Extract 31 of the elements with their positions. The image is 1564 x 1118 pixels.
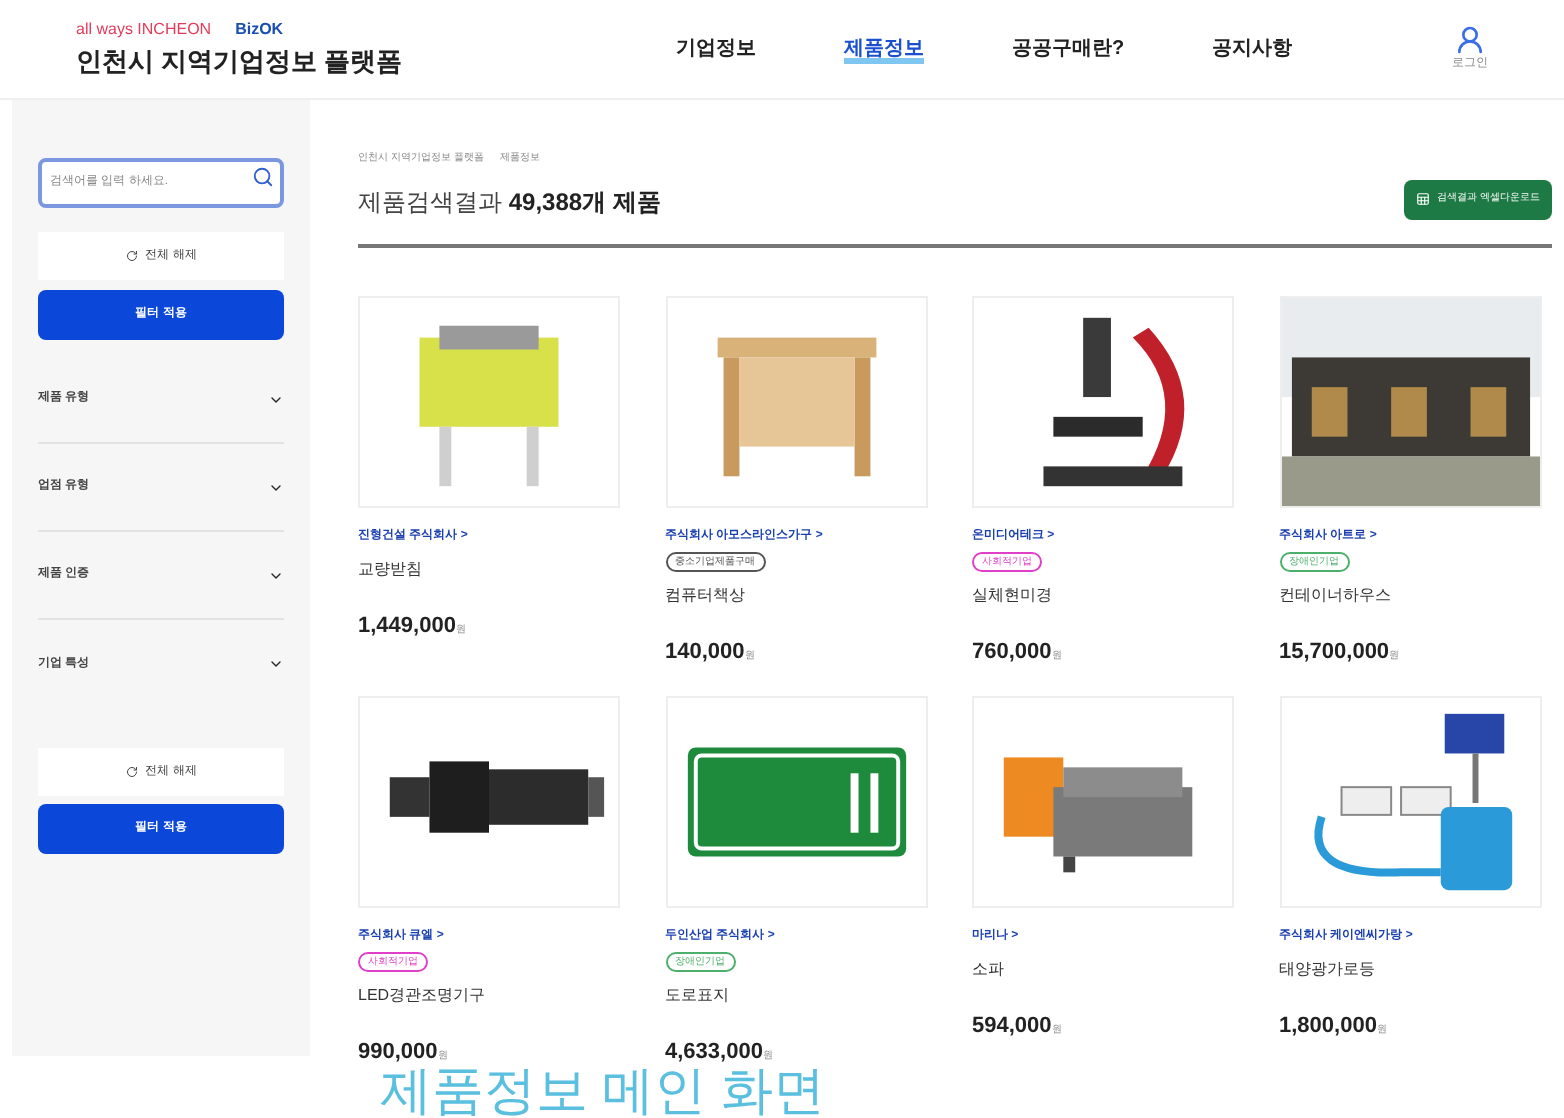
- caption: 제품정보 메인 화면: [380, 1062, 825, 1118]
- partner-logo: BizOK: [235, 17, 284, 42]
- product-name: 실체현미경: [972, 583, 1054, 607]
- nav-tab[interactable]: 기업정보: [676, 34, 756, 64]
- results-heading: 제품검색결과 49,388개 제품: [358, 185, 661, 219]
- product-name: 컴퓨터책상: [665, 583, 747, 607]
- product-price: 760,000: [972, 637, 1052, 667]
- product-price: 990,000: [358, 1037, 438, 1067]
- spreadsheet-icon: [1415, 192, 1430, 206]
- nav-tab[interactable]: 공공구매란?: [1012, 34, 1125, 64]
- product-price: 1,800,000: [1279, 1011, 1377, 1041]
- product-price: 15,700,000: [1279, 637, 1390, 667]
- reset-icon: [125, 250, 138, 262]
- nav-tab[interactable]: 공지사항: [1212, 34, 1293, 64]
- product-name: 태양광가로등: [1279, 957, 1377, 981]
- reset-icon: [125, 766, 138, 778]
- search-icon[interactable]: [252, 166, 274, 188]
- product-price: 1,449,000: [358, 611, 456, 641]
- chevron-icon: [268, 656, 284, 672]
- product-price: 594,000: [972, 1011, 1052, 1041]
- city-logo: all ways INCHEON: [76, 17, 212, 42]
- product-name: 도로표지: [665, 983, 731, 1007]
- user-icon[interactable]: [1454, 24, 1486, 56]
- site-title: 인천시 지역기업정보 플랫폼: [76, 43, 405, 80]
- nav-tab[interactable]: 제품정보: [844, 34, 924, 64]
- product-price: 140,000: [665, 637, 745, 667]
- product-name: LED경관조명기구: [358, 983, 488, 1007]
- product-price: 4,633,000: [665, 1037, 763, 1067]
- product-name: 교량받침: [358, 557, 424, 581]
- product-name: 소파: [972, 957, 1006, 981]
- product-name: 컨테이너하우스: [1279, 583, 1393, 607]
